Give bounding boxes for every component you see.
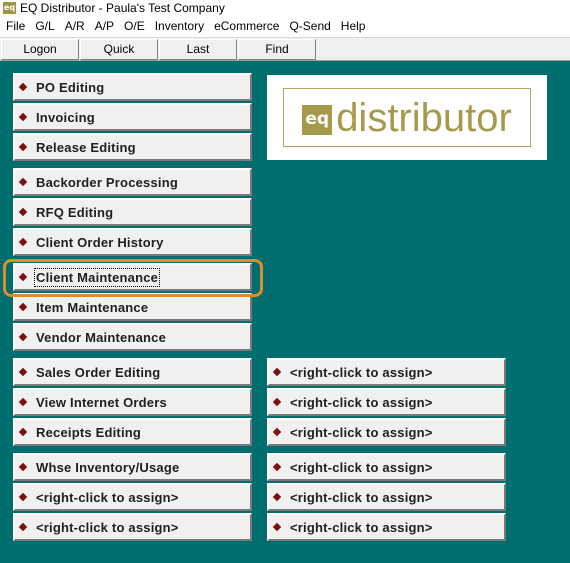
button-label: <right-click to assign> — [290, 424, 433, 440]
unassigned-button[interactable]: <right-click to assign> — [13, 513, 252, 541]
find-button[interactable]: Find — [238, 39, 316, 60]
eq-app-icon: eq — [3, 2, 16, 14]
diamond-bullet-icon — [18, 142, 28, 152]
sales-order-editing-button[interactable]: Sales Order Editing — [13, 358, 252, 386]
diamond-bullet-icon — [18, 237, 28, 247]
unassigned-button[interactable]: <right-click to assign> — [267, 418, 506, 446]
diamond-bullet-icon — [18, 462, 28, 472]
client-order-history-button[interactable]: Client Order History — [13, 228, 252, 256]
diamond-bullet-icon — [272, 522, 282, 532]
unassigned-button[interactable]: <right-click to assign> — [267, 483, 506, 511]
toolbar: Logon Quick Last Find — [0, 37, 570, 61]
unassigned-button[interactable]: <right-click to assign> — [267, 513, 506, 541]
diamond-bullet-icon — [272, 462, 282, 472]
release-editing-button[interactable]: Release Editing — [13, 133, 252, 161]
diamond-bullet-icon — [18, 112, 28, 122]
diamond-bullet-icon — [18, 82, 28, 92]
eq-distributor-logo: eq distributor — [283, 88, 531, 147]
button-label: Sales Order Editing — [36, 364, 161, 380]
button-label: <right-click to assign> — [290, 459, 433, 475]
diamond-bullet-icon — [272, 427, 282, 437]
quick-button[interactable]: Quick — [80, 39, 158, 60]
unassigned-button[interactable]: <right-click to assign> — [267, 453, 506, 481]
button-label: Backorder Processing — [36, 174, 179, 190]
diamond-bullet-icon — [18, 367, 28, 377]
rfq-editing-button[interactable]: RFQ Editing — [13, 198, 252, 226]
diamond-bullet-icon — [272, 397, 282, 407]
logon-button[interactable]: Logon — [1, 39, 79, 60]
window-title: EQ Distributor - Paula's Test Company — [20, 1, 225, 15]
menu-ar[interactable]: A/R — [60, 16, 90, 37]
menu-bar: File G/L A/R A/P O/E Inventory eCommerce… — [0, 16, 570, 37]
button-label: <right-click to assign> — [290, 519, 433, 535]
button-label: <right-click to assign> — [290, 364, 433, 380]
diamond-bullet-icon — [18, 427, 28, 437]
diamond-bullet-icon — [18, 302, 28, 312]
whse-inventory-usage-button[interactable]: Whse Inventory/Usage — [13, 453, 252, 481]
unassigned-button[interactable]: <right-click to assign> — [267, 388, 506, 416]
po-editing-button[interactable]: PO Editing — [13, 73, 252, 101]
diamond-bullet-icon — [272, 367, 282, 377]
diamond-bullet-icon — [18, 332, 28, 342]
button-label: <right-click to assign> — [36, 519, 179, 535]
menu-gl[interactable]: G/L — [30, 16, 59, 37]
button-label: Invoicing — [36, 109, 95, 125]
menu-inventory[interactable]: Inventory — [150, 16, 209, 37]
diamond-bullet-icon — [18, 397, 28, 407]
menu-oe[interactable]: O/E — [119, 16, 150, 37]
button-label: View Internet Orders — [36, 394, 167, 410]
button-label: Release Editing — [36, 139, 136, 155]
item-maintenance-button[interactable]: Item Maintenance — [13, 293, 252, 321]
button-label: Vendor Maintenance — [36, 329, 167, 345]
unassigned-button[interactable]: <right-click to assign> — [13, 483, 252, 511]
button-label: <right-click to assign> — [290, 489, 433, 505]
logo-wordmark: distributor — [336, 95, 512, 140]
title-bar: eq EQ Distributor - Paula's Test Company — [0, 0, 570, 16]
button-label: Whse Inventory/Usage — [36, 459, 180, 475]
menu-ecommerce[interactable]: eCommerce — [209, 16, 284, 37]
backorder-processing-button[interactable]: Backorder Processing — [13, 168, 252, 196]
button-label: Client Order History — [36, 234, 164, 250]
unassigned-button[interactable]: <right-click to assign> — [267, 358, 506, 386]
button-label: <right-click to assign> — [290, 394, 433, 410]
button-label: PO Editing — [36, 79, 105, 95]
receipts-editing-button[interactable]: Receipts Editing — [13, 418, 252, 446]
highlight-annotation — [3, 259, 263, 297]
button-label: Receipts Editing — [36, 424, 142, 440]
menu-help[interactable]: Help — [336, 16, 371, 37]
button-label: Item Maintenance — [36, 299, 149, 315]
diamond-bullet-icon — [18, 207, 28, 217]
logo-panel: eq distributor — [267, 75, 547, 160]
menu-file[interactable]: File — [0, 16, 30, 37]
view-internet-orders-button[interactable]: View Internet Orders — [13, 388, 252, 416]
menu-qsend[interactable]: Q-Send — [284, 16, 335, 37]
diamond-bullet-icon — [272, 492, 282, 502]
invoicing-button[interactable]: Invoicing — [13, 103, 252, 131]
diamond-bullet-icon — [18, 522, 28, 532]
diamond-bullet-icon — [18, 492, 28, 502]
diamond-bullet-icon — [18, 177, 28, 187]
vendor-maintenance-button[interactable]: Vendor Maintenance — [13, 323, 252, 351]
button-label: <right-click to assign> — [36, 489, 179, 505]
button-label: RFQ Editing — [36, 204, 114, 220]
menu-ap[interactable]: A/P — [90, 16, 119, 37]
eq-logo-mark: eq — [302, 104, 333, 135]
last-button[interactable]: Last — [159, 39, 237, 60]
